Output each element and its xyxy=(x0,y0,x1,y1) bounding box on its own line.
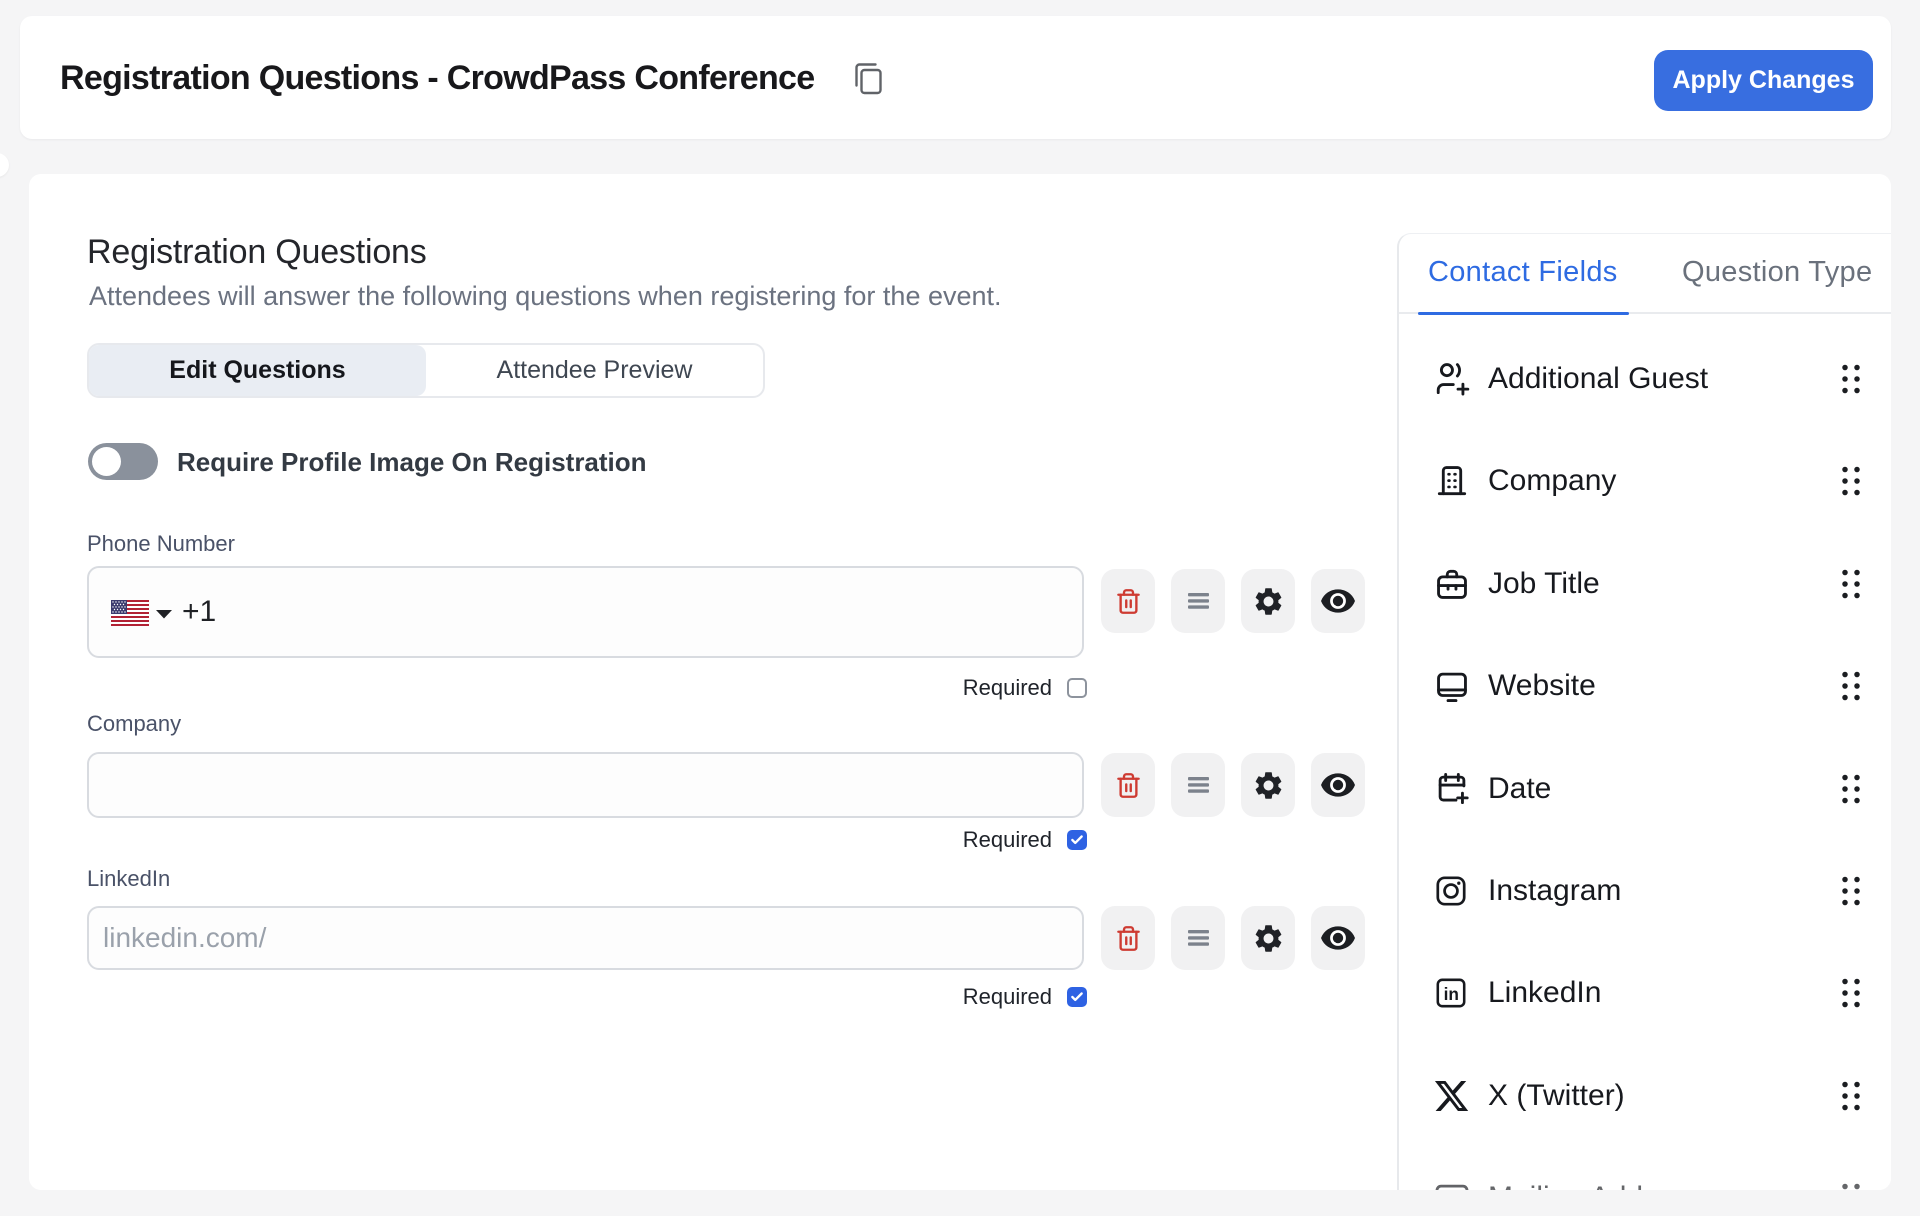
svg-text:in: in xyxy=(1444,984,1459,1004)
